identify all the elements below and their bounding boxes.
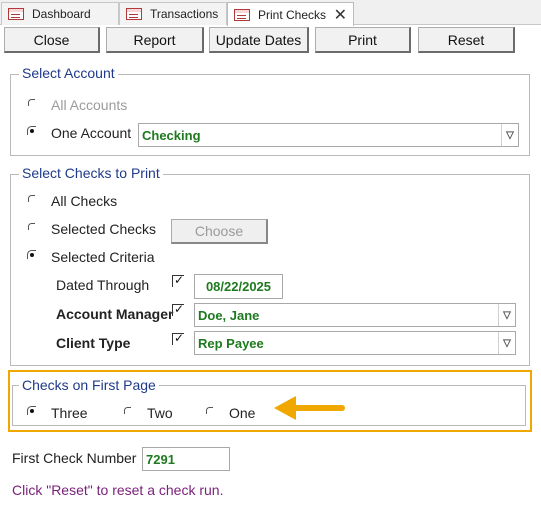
first-check-value: 7291 — [146, 451, 175, 467]
three-radio[interactable] — [27, 406, 37, 416]
account-select[interactable]: Checking ▽ — [138, 123, 519, 147]
first-check-field[interactable]: 7291 — [142, 447, 230, 471]
account-manager-checkbox[interactable] — [172, 304, 184, 316]
chevron-down-icon[interactable]: ▽ — [498, 332, 515, 354]
two-radio[interactable] — [123, 406, 133, 416]
all-checks-label: All Checks — [51, 193, 118, 209]
first-check-label: First Check Number — [12, 450, 137, 466]
selected-checks-radio[interactable] — [27, 222, 37, 232]
chevron-down-icon[interactable]: ▽ — [498, 304, 515, 326]
close-button[interactable]: Close — [4, 27, 100, 53]
tab-bar: Dashboard Transactions Print Checks ✕ — [0, 0, 541, 26]
one-account-label: One Account — [51, 125, 132, 141]
all-accounts-label: All Accounts — [51, 97, 128, 113]
tab-dashboard[interactable]: Dashboard — [1, 2, 119, 25]
client-type-label: Client Type — [56, 335, 131, 351]
account-manager-value: Doe, Jane — [198, 307, 260, 323]
account-manager-label: Account Manager — [56, 306, 174, 322]
report-button[interactable]: Report — [106, 27, 204, 53]
dated-through-checkbox[interactable] — [172, 275, 184, 287]
reset-hint: Click "Reset" to reset a check run. — [12, 482, 224, 498]
dated-through-value: 08/22/2025 — [205, 279, 272, 294]
form-icon — [8, 8, 24, 20]
dated-through-label: Dated Through — [56, 277, 150, 293]
selected-criteria-radio[interactable] — [27, 250, 37, 260]
client-type-value: Rep Payee — [198, 335, 264, 351]
form-icon — [234, 8, 250, 21]
tab-transactions[interactable]: Transactions — [119, 2, 227, 25]
tab-label: Dashboard — [32, 7, 91, 21]
dated-through-field[interactable]: 08/22/2025 — [194, 274, 283, 299]
close-icon[interactable]: ✕ — [334, 5, 347, 25]
one-label: One — [229, 405, 256, 421]
all-accounts-radio[interactable] — [27, 98, 37, 108]
form-icon — [126, 8, 142, 20]
client-type-checkbox[interactable] — [172, 333, 184, 345]
selected-checks-label: Selected Checks — [51, 221, 157, 237]
two-label: Two — [147, 405, 173, 421]
chevron-down-icon[interactable]: ▽ — [501, 124, 518, 146]
tab-label: Print Checks — [258, 7, 327, 22]
reset-button[interactable]: Reset — [418, 27, 515, 53]
choose-button[interactable]: Choose — [171, 219, 268, 244]
all-checks-radio[interactable] — [27, 194, 37, 204]
tab-print-checks[interactable]: Print Checks ✕ — [227, 2, 354, 26]
select-account-title: Select Account — [19, 65, 118, 81]
one-account-radio[interactable] — [27, 126, 37, 136]
tab-label: Transactions — [150, 7, 219, 21]
account-value: Checking — [142, 127, 201, 143]
three-label: Three — [51, 405, 88, 421]
selected-criteria-label: Selected Criteria — [51, 249, 155, 265]
arrow-left-icon — [274, 396, 345, 420]
client-type-select[interactable]: Rep Payee ▽ — [194, 331, 516, 355]
checks-first-page-title: Checks on First Page — [19, 377, 159, 393]
update-dates-button[interactable]: Update Dates — [209, 27, 309, 53]
select-checks-title: Select Checks to Print — [19, 165, 163, 181]
account-manager-select[interactable]: Doe, Jane ▽ — [194, 303, 516, 327]
one-radio[interactable] — [205, 406, 215, 416]
print-button[interactable]: Print — [315, 27, 411, 53]
